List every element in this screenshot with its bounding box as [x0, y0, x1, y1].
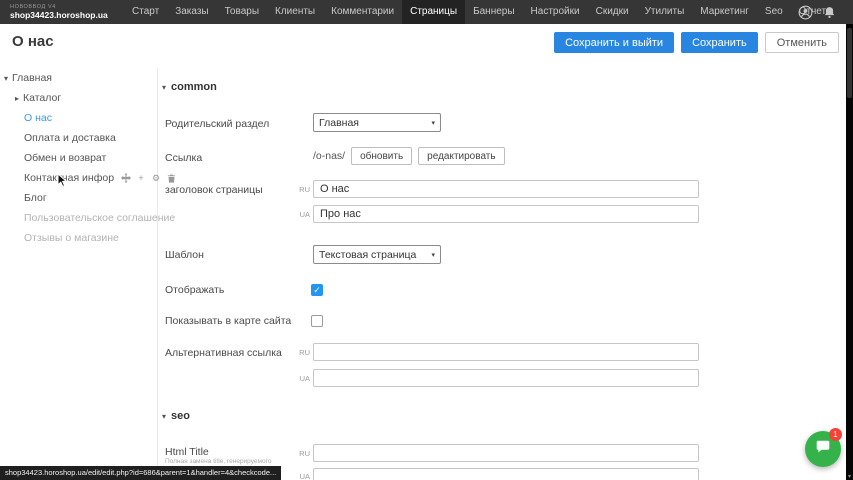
tree-item-label: Оплата и доставка	[24, 132, 116, 144]
logo-domain: shop34423.horoshop.ua	[10, 10, 118, 20]
tree-item-catalog[interactable]: ▸ Каталог	[0, 88, 157, 108]
tree-item-about[interactable]: О нас	[0, 108, 157, 128]
tree-item-exchange-return[interactable]: Обмен и возврат	[0, 148, 157, 168]
scroll-down-icon[interactable]: ▾	[846, 473, 853, 480]
tree-item-actions: + ⚙	[121, 173, 176, 183]
topbar-icons	[798, 0, 837, 24]
tree-item-label: Главная	[12, 72, 52, 84]
tree-item-label: Блог	[24, 192, 47, 204]
tree-item-payment-delivery[interactable]: Оплата и доставка	[0, 128, 157, 148]
notifications-icon[interactable]	[822, 5, 837, 20]
tree-item-user-agreement[interactable]: Пользовательское соглашение	[0, 208, 157, 228]
alt-link-ru-input[interactable]	[313, 343, 699, 361]
save-and-exit-button[interactable]: Сохранить и выйти	[554, 32, 674, 53]
link-label: Ссылка	[165, 152, 202, 164]
alt-link-label: Альтернативная ссылка	[165, 347, 282, 359]
lang-tag-ua: UA	[297, 210, 310, 219]
caret-down-icon[interactable]: ▾	[4, 74, 8, 83]
logo[interactable]: НОВОВВОД V4 shop34423.horoshop.ua	[0, 4, 118, 20]
tree-item-label: Отзывы о магазине	[24, 232, 119, 244]
html-title-hint: Полная замена title, генерируемого	[165, 458, 310, 465]
nav-pages[interactable]: Страницы	[402, 0, 465, 24]
tree-item-label: Контактная инфор	[24, 172, 114, 184]
move-icon[interactable]	[121, 173, 131, 183]
section-common[interactable]: ▾ common	[162, 81, 217, 93]
template-label: Шаблон	[165, 249, 204, 261]
tree-item-home[interactable]: ▾ Главная	[0, 68, 157, 88]
lang-tag-ru: RU	[297, 449, 310, 458]
link-row: /o-nas/ обновить редактировать	[313, 147, 505, 165]
cancel-button[interactable]: Отменить	[765, 32, 839, 53]
nav-orders[interactable]: Заказы	[167, 0, 216, 24]
nav-comments[interactable]: Комментарии	[323, 0, 402, 24]
nav-banners[interactable]: Баннеры	[465, 0, 522, 24]
display-label: Отображать	[165, 284, 224, 296]
sitemap-checkbox[interactable]	[311, 315, 323, 327]
parent-section-label: Родительский раздел	[165, 118, 269, 130]
section-seo-label: seo	[171, 410, 190, 422]
tree-item-label: Пользовательское соглашение	[24, 212, 175, 224]
caret-right-icon[interactable]: ▸	[15, 94, 19, 103]
html-title-ua-input[interactable]	[313, 468, 699, 480]
lang-tag-ru: RU	[297, 348, 310, 357]
link-edit-button[interactable]: редактировать	[418, 147, 504, 165]
settings-icon[interactable]: ⚙	[151, 173, 161, 183]
caret-down-icon: ▾	[162, 83, 166, 92]
tree-item-label: Обмен и возврат	[24, 152, 106, 164]
alt-link-ua-input[interactable]	[313, 369, 699, 387]
html-title-label: Html Title	[165, 446, 209, 458]
chevron-down-icon: ▾	[431, 119, 435, 127]
template-value: Текстовая страница	[319, 249, 416, 261]
tree-item-blog[interactable]: Блог	[0, 188, 157, 208]
nav-products[interactable]: Товары	[217, 0, 267, 24]
section-seo[interactable]: ▾ seo	[162, 410, 190, 422]
delete-icon[interactable]	[166, 173, 176, 183]
link-refresh-button[interactable]: обновить	[351, 147, 412, 165]
nav-marketing[interactable]: Маркетинг	[692, 0, 757, 24]
link-value: /o-nas/	[313, 150, 345, 162]
lang-tag-ru: RU	[297, 185, 310, 194]
nav-settings[interactable]: Настройки	[523, 0, 588, 24]
chat-bubble-icon	[814, 438, 832, 461]
template-select[interactable]: Текстовая страница ▾	[313, 245, 441, 264]
html-title-ru-input[interactable]	[313, 444, 699, 462]
main-nav: Старт Заказы Товары Клиенты Комментарии …	[124, 0, 841, 24]
chat-unread-badge: 1	[829, 428, 842, 441]
parent-section-value: Главная	[319, 117, 359, 129]
scrollbar-thumb[interactable]	[847, 28, 852, 98]
nav-discounts[interactable]: Скидки	[588, 0, 637, 24]
topbar: НОВОВВОД V4 shop34423.horoshop.ua Старт …	[0, 0, 853, 24]
display-checkbox[interactable]: ✓	[311, 284, 323, 296]
nav-utilities[interactable]: Утилиты	[637, 0, 693, 24]
chevron-down-icon: ▾	[431, 251, 435, 259]
save-button[interactable]: Сохранить	[681, 32, 758, 53]
nav-start[interactable]: Старт	[124, 0, 167, 24]
tree-item-label: О нас	[24, 112, 52, 124]
sitemap-label: Показывать в карте сайта	[165, 315, 291, 327]
lang-tag-ua: UA	[297, 472, 310, 480]
add-page-icon[interactable]: +	[136, 173, 146, 183]
tree-item-label: Каталог	[23, 92, 61, 104]
status-url-bar: shop34423.horoshop.ua/edit/edit.php?id=6…	[0, 466, 281, 480]
page-heading-ua-input[interactable]	[313, 205, 699, 223]
caret-down-icon: ▾	[162, 412, 166, 421]
nav-seo[interactable]: Seo	[757, 0, 791, 24]
section-common-label: common	[171, 81, 217, 93]
lang-tag-ua: UA	[297, 374, 310, 383]
header-buttons: Сохранить и выйти Сохранить Отменить	[554, 32, 839, 53]
page-heading-label: заголовок страницы	[165, 184, 263, 196]
account-icon[interactable]	[798, 5, 813, 20]
tree-item-contact-info[interactable]: Контактная инфор + ⚙	[0, 168, 157, 188]
page-title: О нас	[12, 33, 54, 50]
vertical-scrollbar[interactable]: ▾	[846, 24, 853, 480]
page-heading-ru-input[interactable]	[313, 180, 699, 198]
page: НОВОВВОД V4 shop34423.horoshop.ua Старт …	[0, 0, 853, 480]
tree-item-store-reviews[interactable]: Отзывы о магазине	[0, 228, 157, 248]
nav-clients[interactable]: Клиенты	[267, 0, 323, 24]
pages-tree-sidebar: ▾ Главная ▸ Каталог О нас Оплата и доста…	[0, 68, 158, 480]
parent-section-select[interactable]: Главная ▾	[313, 113, 441, 132]
check-icon: ✓	[313, 284, 321, 296]
